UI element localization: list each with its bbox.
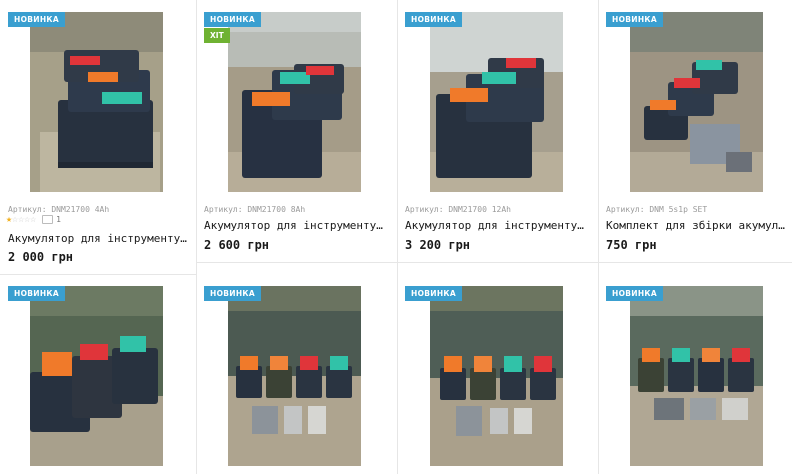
- product-title[interactable]: Комплект для збірки акумулятора DNM 5s1p: [606, 219, 786, 232]
- badge-hit: ХІТ: [204, 28, 230, 43]
- product-card[interactable]: НОВИНКА: [598, 276, 792, 476]
- badge-new: НОВИНКА: [405, 12, 462, 27]
- star-icon[interactable]: ☆: [30, 214, 36, 225]
- product-image[interactable]: [228, 12, 361, 192]
- badge-new: НОВИНКА: [606, 286, 663, 301]
- product-image[interactable]: [228, 286, 361, 466]
- comment-icon[interactable]: [42, 214, 54, 224]
- product-card[interactable]: НОВИНКА: [196, 276, 397, 476]
- product-card[interactable]: НОВИНКА Артикул: DNM 5s1p SET Комплект д…: [598, 0, 792, 262]
- product-sku: Артикул: DNM 5s1p SET: [606, 205, 708, 214]
- product-sku: Артикул: DNM21700 8Ah: [204, 205, 306, 214]
- product-image[interactable]: [630, 286, 763, 466]
- product-image[interactable]: [630, 12, 763, 192]
- product-title[interactable]: Акумулятор для інструменту DNM 4Ah: [8, 232, 188, 245]
- product-price: 750 грн: [606, 238, 657, 252]
- product-image[interactable]: [30, 286, 163, 466]
- product-title[interactable]: Акумулятор для інструменту DNM 8Ah: [204, 219, 384, 232]
- product-rating[interactable]: ★☆☆☆☆ 1: [6, 214, 61, 226]
- product-image[interactable]: [430, 286, 563, 466]
- product-card[interactable]: НОВИНКА: [397, 276, 598, 476]
- product-image[interactable]: [30, 12, 163, 192]
- product-title[interactable]: Акумулятор для інструменту DNM 12Ah: [405, 219, 585, 232]
- badge-new: НОВИНКА: [8, 12, 65, 27]
- badge-new: НОВИНКА: [204, 286, 261, 301]
- product-price: 2 000 грн: [8, 250, 74, 264]
- product-card[interactable]: НОВИНКА ХІТ Артикул: DNM21700 8Ah Акумул…: [196, 0, 397, 262]
- badge-new: НОВИНКА: [204, 12, 261, 27]
- product-price: 2 600 грн: [204, 238, 270, 252]
- product-sku: Артикул: DNM21700 12Ah: [405, 205, 511, 214]
- product-image[interactable]: [430, 12, 563, 192]
- product-sku: Артикул: DNM21700 4Ah: [8, 205, 110, 214]
- product-price: 3 200 грн: [405, 238, 471, 252]
- badge-new: НОВИНКА: [606, 12, 663, 27]
- badge-new: НОВИНКА: [8, 286, 65, 301]
- comment-count[interactable]: 1: [56, 215, 61, 224]
- product-card[interactable]: НОВИНКА Артикул: DNM21700 4Ah ★☆☆☆☆ 1 Аку…: [0, 0, 196, 274]
- product-card[interactable]: НОВИНКА Артикул: DNM21700 12Ah Акумулято…: [397, 0, 598, 262]
- product-card[interactable]: НОВИНКА: [0, 276, 196, 476]
- badge-new: НОВИНКА: [405, 286, 462, 301]
